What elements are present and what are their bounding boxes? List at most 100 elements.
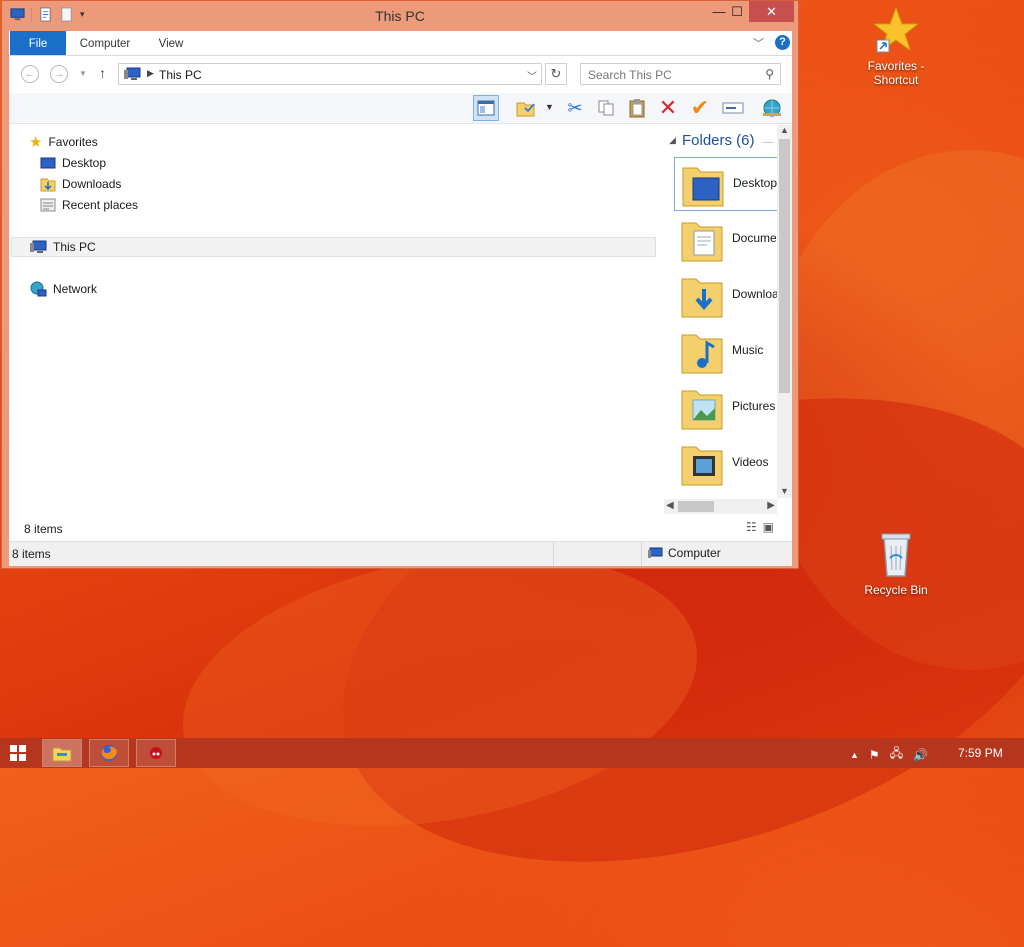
nav-recent-places-label: Recent places — [62, 198, 139, 212]
folder-label: Desktop — [733, 176, 778, 190]
nav-desktop[interactable]: Desktop — [40, 153, 106, 173]
navigation-pane: ★ Favorites Desktop Downloads Recent pla… — [9, 124, 664, 536]
recycle-bin-icon — [881, 533, 911, 577]
scroll-down-icon[interactable]: ▼ — [780, 486, 789, 496]
scroll-up-icon[interactable]: ▲ — [780, 125, 789, 135]
cut-button[interactable]: ✂ — [562, 95, 588, 121]
nav-this-pc[interactable]: This PC — [29, 237, 96, 257]
documents-folder-icon — [681, 222, 723, 262]
back-button[interactable]: ← — [21, 65, 39, 83]
downloads-folder-icon — [40, 178, 56, 192]
pictures-folder-icon — [681, 390, 723, 430]
this-pc-icon — [30, 240, 47, 253]
network-tray-icon[interactable]: 🖧 — [890, 744, 903, 765]
group-divider — [762, 142, 774, 143]
system-tray: ▲ ⚑ 🖧 🔊 — [850, 744, 928, 765]
desktop-icon — [40, 157, 56, 169]
close-button[interactable]: ✕ — [749, 1, 794, 22]
nav-this-pc-row[interactable] — [11, 237, 656, 257]
large-icons-view-icon[interactable]: ▣ — [763, 520, 774, 534]
desktop-icon-favorites-shortcut[interactable]: Favorites - Shortcut — [861, 6, 931, 87]
address-bar[interactable]: ▶ This PC ﹀ — [118, 63, 542, 85]
nav-favorites[interactable]: ★ Favorites — [29, 132, 98, 152]
folder-downloads[interactable]: Downloads — [674, 269, 780, 323]
action-center-flag-icon[interactable]: ⚑ — [869, 748, 880, 762]
tab-file[interactable]: File — [10, 31, 66, 55]
breadcrumb-chevron-icon[interactable]: ▶ — [147, 68, 154, 79]
folder-label: Videos — [732, 455, 769, 469]
search-box[interactable]: Search This PC ⚲ — [580, 63, 781, 85]
horizontal-scrollbar[interactable]: ◀ ▶ — [664, 499, 777, 514]
copy-button[interactable] — [593, 95, 619, 121]
taskbar-explorer-button[interactable] — [42, 739, 82, 767]
properties-button[interactable] — [513, 95, 539, 121]
show-hidden-icons-icon[interactable]: ▲ — [850, 750, 859, 760]
paste-button[interactable] — [624, 95, 650, 121]
taskbar-app-button[interactable] — [136, 739, 176, 767]
nav-this-pc-label: This PC — [53, 240, 96, 254]
tab-computer[interactable]: Computer — [73, 31, 137, 55]
recent-locations-icon[interactable]: ▼ — [79, 69, 87, 78]
preview-pane-button[interactable] — [473, 95, 499, 121]
start-button[interactable] — [10, 745, 26, 761]
maximize-button[interactable]: ☐ — [724, 1, 750, 22]
network-icon — [30, 281, 47, 297]
scroll-thumb[interactable] — [678, 501, 714, 512]
nav-network-label: Network — [53, 282, 98, 296]
refresh-button[interactable]: ↻ — [545, 63, 567, 85]
address-path: This PC — [159, 68, 202, 82]
desktop-icon-recycle-bin[interactable]: Recycle Bin — [861, 530, 931, 597]
nav-downloads[interactable]: Downloads — [40, 174, 121, 194]
folder-documents[interactable]: Documents — [674, 213, 780, 267]
status-item-count: 8 items — [12, 547, 51, 561]
nav-favorites-label: Favorites — [48, 135, 98, 149]
group-collapse-icon[interactable]: ◢ — [669, 135, 676, 146]
rename-icon — [722, 102, 744, 114]
volume-icon[interactable]: 🔊 — [913, 748, 928, 762]
downloads-folder-icon — [681, 278, 723, 318]
search-icon: ⚲ — [765, 67, 774, 81]
window-title: This PC — [375, 8, 425, 24]
computer-icon — [648, 547, 663, 558]
vertical-scrollbar[interactable]: ▲ ▼ — [777, 125, 792, 498]
folder-check-icon — [516, 102, 535, 117]
taskbar-clock[interactable]: 7:59 PM — [958, 746, 1003, 760]
scroll-right-icon[interactable]: ▶ — [767, 500, 775, 511]
folder-pictures[interactable]: Pictures — [674, 381, 780, 435]
network-button[interactable] — [759, 95, 785, 121]
rename-button[interactable]: ✔ — [687, 95, 713, 121]
folder-desktop[interactable]: Desktop — [674, 157, 780, 211]
rename-field-button[interactable] — [720, 95, 746, 121]
help-icon[interactable]: ? — [775, 35, 790, 50]
status-divider — [641, 542, 642, 566]
status-zone-label: Computer — [668, 546, 721, 560]
tab-view[interactable]: View — [149, 31, 193, 55]
folder-music[interactable]: Music — [674, 325, 780, 379]
folders-group-header[interactable]: Folders (6) — [682, 132, 755, 149]
folder-label: Music — [732, 343, 764, 357]
search-input[interactable]: Search This PC — [588, 68, 672, 82]
folder-label: Pictures — [732, 399, 776, 413]
star-icon — [872, 6, 920, 53]
folder-videos[interactable]: Videos — [674, 437, 780, 491]
nav-downloads-label: Downloads — [62, 177, 122, 191]
up-button[interactable]: ↑ — [99, 65, 106, 81]
taskbar-firefox-button[interactable] — [89, 739, 129, 767]
folder-label: Documents — [732, 231, 780, 245]
details-view-icon[interactable]: ☷ — [746, 520, 757, 534]
status-divider — [553, 542, 554, 566]
ribbon: File Computer View ﹀ ? — [9, 31, 792, 56]
scroll-thumb[interactable] — [779, 139, 790, 393]
expand-ribbon-icon[interactable]: ﹀ — [753, 35, 764, 51]
scroll-left-icon[interactable]: ◀ — [666, 500, 674, 511]
nav-recent-places[interactable]: Recent places — [40, 195, 138, 215]
desktop-icon-label: Recycle Bin — [864, 583, 928, 597]
address-dropdown-icon[interactable]: ﹀ — [527, 68, 537, 83]
forward-button[interactable]: → — [50, 65, 68, 83]
nav-network[interactable]: Network — [29, 279, 97, 299]
star-icon: ★ — [29, 134, 43, 151]
properties-dropdown-icon[interactable]: ▼ — [545, 102, 554, 112]
desktop-icon-label: Favorites - Shortcut — [867, 59, 925, 87]
delete-button[interactable]: ✕ — [655, 95, 681, 121]
title-bar[interactable]: ▾ This PC — ☐ ✕ — [2, 1, 798, 31]
